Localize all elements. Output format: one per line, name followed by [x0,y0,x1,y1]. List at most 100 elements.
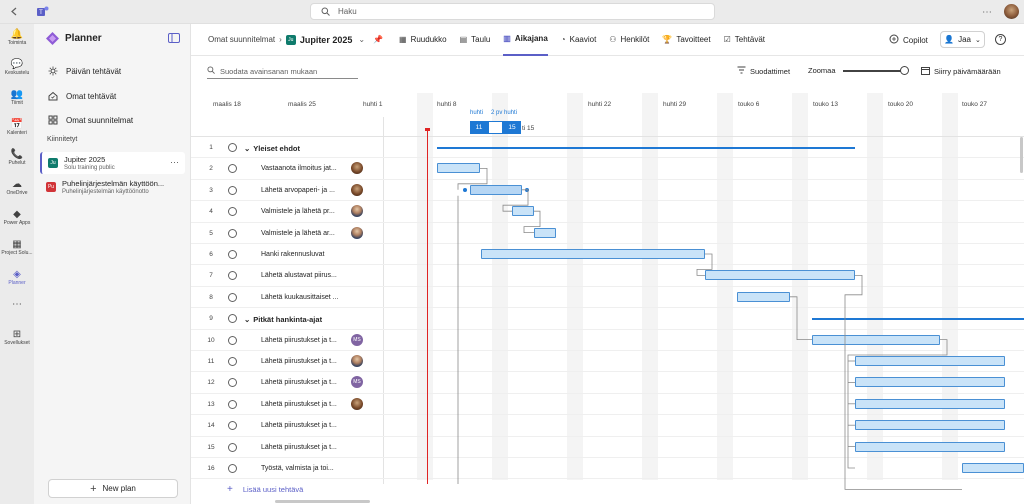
zoom-slider[interactable] [843,66,909,75]
task-bar[interactable] [463,184,529,195]
chevron-down-icon[interactable]: ⌄ [244,315,250,324]
assignee-avatar[interactable]: MS [351,376,363,389]
complete-task-checkbox[interactable] [228,207,237,217]
complete-task-checkbox[interactable] [228,421,237,431]
breadcrumb-my-plans[interactable]: Omat suunnitelmat [208,35,275,44]
chevron-down-icon[interactable]: ⌄ [244,144,250,153]
rail-calendar[interactable]: 📅 Kalenteri [0,118,34,137]
assignee-avatar[interactable]: MS [351,333,363,346]
vertical-scrollbar[interactable] [1020,137,1023,173]
tab-tehtävät[interactable]: ☑ Tehtävät [724,24,765,56]
task-bar[interactable] [534,227,556,238]
task-name[interactable]: Lähetä piirustukset ja t... [261,401,337,408]
task-row[interactable]: 6 Hanki rakennusluvat [191,244,1024,266]
complete-task-checkbox[interactable] [228,292,237,302]
task-row[interactable]: 7 Lähetä alustavat piirus... [191,265,1024,287]
task-name[interactable]: Lähetä kuukausittaiset ... [261,294,338,301]
complete-task-checkbox[interactable] [228,164,237,174]
summary-bar[interactable] [437,147,855,149]
task-row[interactable]: 15 Lähetä piirustukset ja t... [191,437,1024,458]
task-row[interactable]: 12 Lähetä piirustukset ja t... MS [191,372,1024,394]
user-avatar[interactable] [1004,4,1019,19]
rail-chat[interactable]: 💬 Keskustelu [0,58,34,77]
rail-planner[interactable]: ◈ Planner [0,268,34,287]
task-bar[interactable] [855,377,1005,388]
task-name[interactable]: Lähetä piirustukset ja t... [261,444,337,451]
keyword-filter-input[interactable]: Suodata avainsanan mukaan [207,64,358,79]
task-name[interactable]: Valmistele ja lähetä ar... [261,230,335,237]
rail-teams[interactable]: 👥 Tiimit [0,88,34,107]
summary-bar[interactable] [812,318,1024,321]
complete-task-checkbox[interactable] [228,442,237,452]
rail-power-apps[interactable]: ◆ Power Apps [0,208,34,227]
task-bar[interactable] [812,334,940,345]
assignee-avatar[interactable] [351,397,363,410]
rail-cloud[interactable]: ☁ OneDrive [0,178,34,197]
complete-task-checkbox[interactable] [228,228,237,238]
assignee-avatar[interactable] [351,355,363,367]
complete-task-checkbox[interactable] [228,250,237,259]
task-name[interactable]: Lähetä piirustukset ja t... [261,358,337,365]
task-row[interactable]: 5 Valmistele ja lähetä ar... [191,223,1024,244]
complete-task-checkbox[interactable] [228,378,237,388]
task-name[interactable]: Vastaanota ilmoitus jat... [261,165,337,172]
assignee-avatar[interactable] [351,226,363,239]
rail-project[interactable]: ▦ Project Solu... [0,238,34,257]
task-name[interactable]: Lähetä piirustukset ja t... [261,379,337,386]
drag-handle-left[interactable] [463,187,467,192]
plan-title[interactable]: Jupiter 2025 [300,35,353,45]
complete-task-checkbox[interactable] [228,185,237,195]
rail-apps[interactable]: ⊞ Sovellukset [0,328,34,347]
nav-my-plans[interactable]: Omat suunnitelmat [48,115,133,125]
group-header[interactable]: ⌄ Pitkät hankinta-ajat [244,315,322,324]
nav-my-tasks[interactable]: Omat tehtävät [48,91,116,101]
task-row[interactable]: 10 Lähetä piirustukset ja t... MS [191,330,1024,351]
task-bar[interactable] [855,441,1005,452]
collapse-sidebar-icon[interactable] [168,33,180,43]
tab-ruudukko[interactable]: ▦ Ruudukko [399,24,447,56]
help-icon[interactable]: ? [995,34,1006,45]
complete-task-checkbox[interactable] [228,357,237,366]
add-task-button[interactable]: + Lisää uusi tehtävä [227,484,303,495]
task-name[interactable]: Valmistele ja lähetä pr... [261,208,335,215]
plan-more-icon[interactable]: ⋯ [170,157,179,168]
filters-button[interactable]: Suodattimet [737,66,790,76]
more-options-icon[interactable]: ⋯ [980,5,994,19]
new-plan-button[interactable]: + New plan [48,479,178,498]
tab-taulu[interactable]: ▤ Taulu [460,24,491,56]
global-search-input[interactable]: Haku [310,3,715,20]
rail-phone[interactable]: 📞 Puhelut [0,148,34,167]
task-row[interactable]: 2 Vastaanota ilmoitus jat... [191,158,1024,180]
task-bar[interactable] [705,270,855,281]
horizontal-scrollbar[interactable] [275,500,370,503]
complete-task-checkbox[interactable] [228,399,237,409]
complete-task-checkbox[interactable] [228,271,237,281]
task-name[interactable]: Lähetä piirustukset ja t... [261,422,337,429]
task-row[interactable]: 13 Lähetä piirustukset ja t... [191,394,1024,416]
task-name[interactable]: Hanki rakennusluvat [261,251,324,258]
assignee-avatar[interactable] [351,162,363,175]
pin-icon[interactable]: 📌 [373,35,383,44]
pinned-plan-jupiter[interactable]: Ju Jupiter 2025 Solu training public ⋯ [40,152,185,174]
task-name[interactable]: Lähetä arvopaperi- ja ... [261,187,335,194]
pinned-plan-phone-system[interactable]: Pu Puhelinjärjestelmän käyttöön... Puhel… [40,176,185,198]
task-bar[interactable] [512,206,534,217]
complete-task-checkbox[interactable] [228,335,237,345]
task-bar[interactable] [855,398,1005,409]
task-row[interactable]: 14 Lähetä piirustukset ja t... [191,415,1024,437]
complete-task-checkbox[interactable] [228,464,237,473]
share-button[interactable]: 👤 Jaa ⌄ [940,31,985,48]
chevron-down-icon[interactable]: ⌄ [358,35,365,44]
drag-handle-right[interactable] [525,187,529,192]
zoom-slider-thumb[interactable] [900,66,909,75]
rail-bell[interactable]: 🔔 Toiminta [0,28,34,47]
tab-kaaviot[interactable]: ◔ Kaaviot [561,24,597,56]
group-header[interactable]: ⌄ Yleiset ehdot [244,144,300,153]
goto-date-button[interactable]: Siirry päivämäärään [921,66,1001,77]
task-row[interactable]: 4 Valmistele ja lähetä pr... [191,201,1024,223]
tab-aikajana[interactable]: ▥ Aikajana [503,24,548,56]
task-row[interactable]: 3 Lähetä arvopaperi- ja ... [191,180,1024,202]
assignee-avatar[interactable] [351,183,363,196]
task-bar[interactable] [437,163,480,174]
complete-task-checkbox[interactable] [228,143,237,152]
